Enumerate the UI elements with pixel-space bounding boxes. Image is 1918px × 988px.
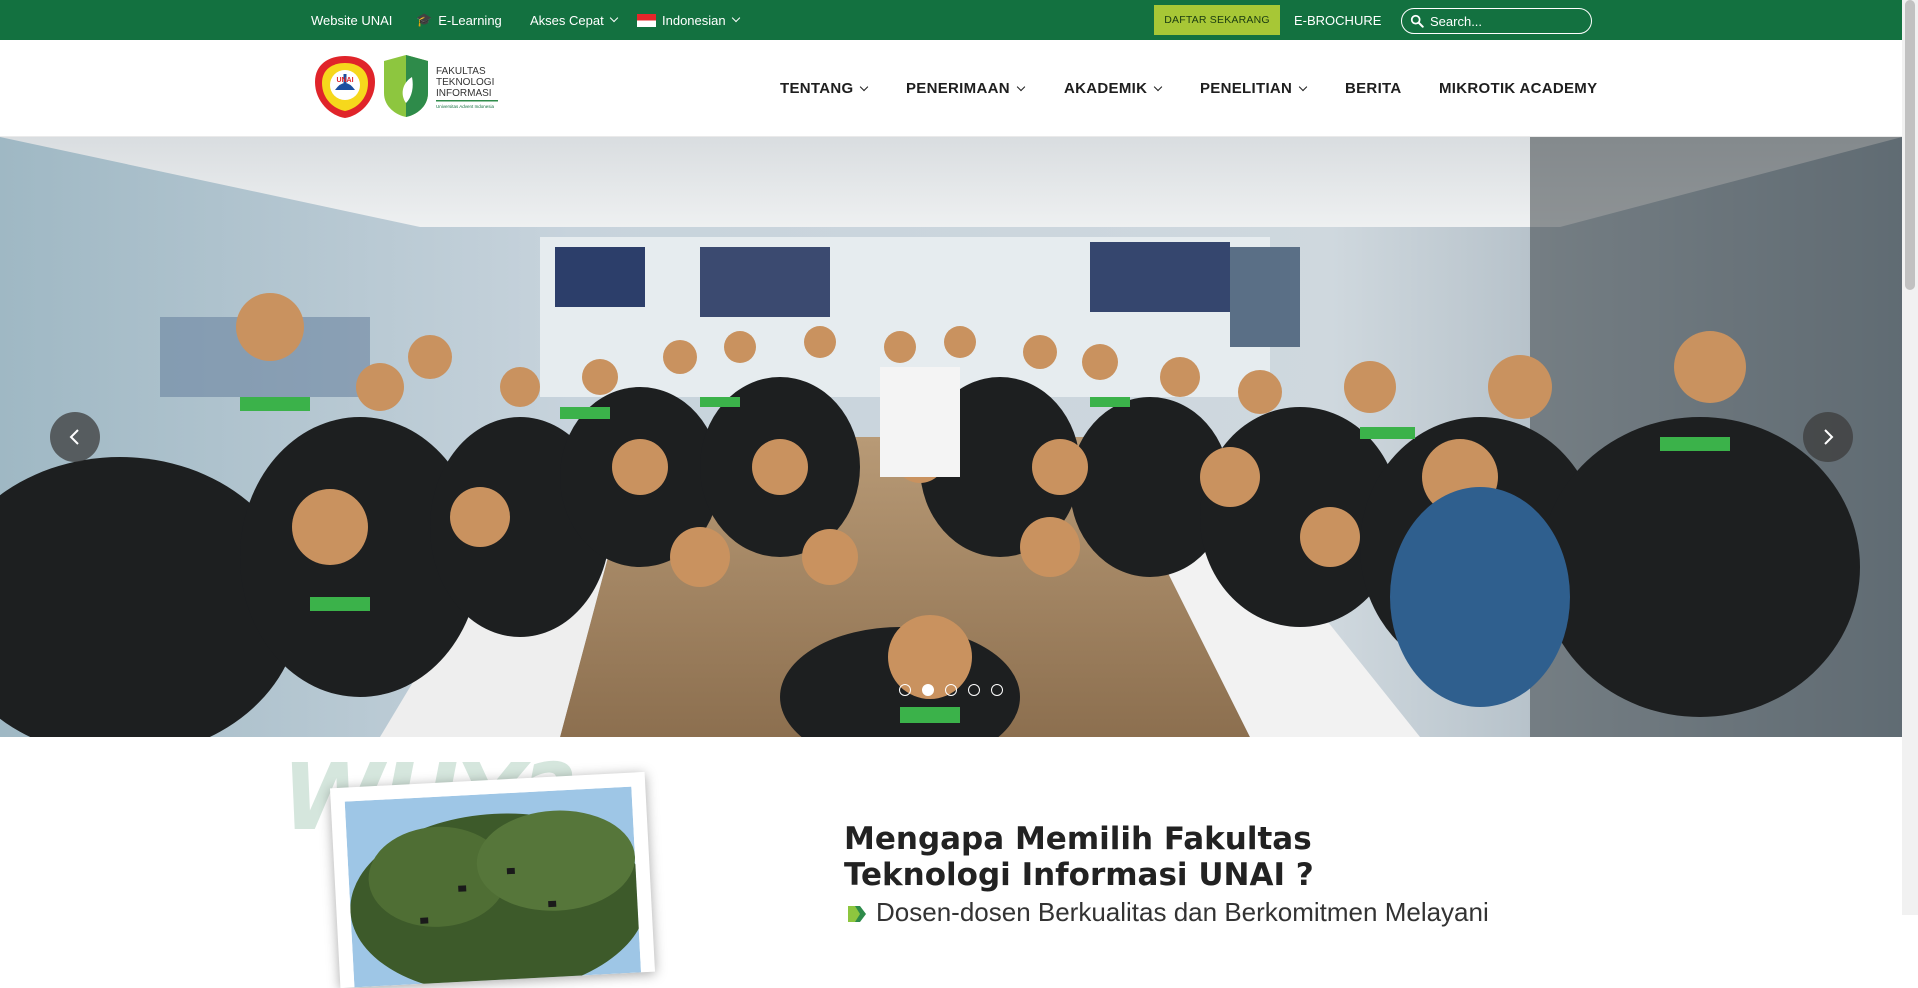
website-unai-link[interactable]: Website UNAI [311, 0, 392, 40]
why-section-title: Mengapa Memilih Fakultas Teknologi Infor… [844, 820, 1314, 893]
svg-text:FAKULTAS: FAKULTAS [436, 66, 486, 77]
slider-dot[interactable] [899, 684, 911, 696]
why-bullet-text: Dosen-dosen Berkualitas dan Berkomitmen … [876, 897, 1489, 927]
fti-logo[interactable]: FAKULTAS TEKNOLOGI INFORMASI Universitas… [382, 55, 502, 117]
slider-pagination [899, 684, 1003, 696]
svg-text:UNAI: UNAI [336, 77, 353, 84]
chevron-right-icon [1824, 429, 1834, 445]
nav-item-label: PENERIMAAN [906, 80, 1010, 97]
ebrochure-link[interactable]: E-BROCHURE [1294, 0, 1381, 40]
chevron-down-icon [1153, 82, 1163, 91]
scrollbar-thumb[interactable] [1905, 0, 1915, 290]
search-box[interactable] [1401, 8, 1592, 34]
chevron-left-icon [69, 429, 79, 445]
language-label: Indonesian [662, 12, 726, 28]
svg-text:TEKNOLOGI: TEKNOLOGI [436, 77, 494, 88]
leaf-bullet-icon [848, 905, 866, 922]
hero-slide-image [0, 137, 1902, 737]
chevron-down-icon [1016, 82, 1026, 91]
nav-item-berita[interactable]: BERITA [1345, 40, 1402, 137]
slider-dot[interactable] [968, 684, 980, 696]
hero-slider[interactable] [0, 137, 1902, 737]
chevron-down-icon [609, 13, 618, 23]
slider-dot-active[interactable] [922, 684, 934, 696]
slider-dot[interactable] [945, 684, 957, 696]
nav-item-label: MIKROTIK ACADEMY [1439, 80, 1598, 97]
nav-item-penelitian[interactable]: PENELITIAN [1200, 40, 1308, 137]
search-icon [1410, 14, 1424, 28]
chevron-down-icon [1298, 82, 1308, 91]
nav-item-label: AKADEMIK [1064, 80, 1148, 97]
nav-item-tentang[interactable]: TENTANG [780, 40, 869, 137]
akses-cepat-label: Akses Cepat [530, 12, 604, 28]
nav-item-label: PENELITIAN [1200, 80, 1293, 97]
slider-prev-button[interactable] [50, 412, 100, 462]
elearning-link[interactable]: 🎓 E-Learning [416, 0, 502, 40]
website-unai-label: Website UNAI [311, 12, 393, 28]
language-dropdown[interactable]: Indonesian [637, 0, 740, 40]
why-photo-frame [329, 771, 656, 988]
chevron-down-icon [860, 82, 869, 91]
why-photo [344, 786, 642, 988]
chevron-down-icon [731, 13, 740, 23]
nav-item-mikrotik-academy[interactable]: MIKROTIK ACADEMY [1439, 40, 1597, 137]
slider-next-button[interactable] [1803, 412, 1853, 462]
nav-item-label: BERITA [1345, 80, 1402, 97]
nav-item-label: TENTANG [780, 80, 854, 97]
top-bar: Website UNAI 🎓 E-Learning Akses Cepat In… [0, 0, 1902, 40]
daftar-sekarang-button[interactable]: DAFTAR SEKARANG [1154, 5, 1280, 35]
akses-cepat-dropdown[interactable]: Akses Cepat [530, 0, 618, 40]
elearning-label: E-Learning [438, 12, 502, 28]
slider-dot[interactable] [991, 684, 1003, 696]
graduation-cap-icon: 🎓 [416, 12, 433, 27]
search-input[interactable] [1430, 13, 1580, 29]
svg-text:INFORMASI: INFORMASI [436, 88, 492, 99]
nav-item-akademik[interactable]: AKADEMIK [1064, 40, 1163, 137]
nav-item-penerimaan[interactable]: PENERIMAAN [906, 40, 1026, 137]
unai-logo[interactable]: UNAI [313, 54, 377, 120]
why-bullet-item: Dosen-dosen Berkualitas dan Berkomitmen … [846, 897, 1546, 928]
ebrochure-label: E-BROCHURE [1294, 12, 1382, 28]
indonesia-flag-icon [637, 13, 656, 27]
svg-text:Universitas Advent Indonesia: Universitas Advent Indonesia [436, 104, 495, 109]
